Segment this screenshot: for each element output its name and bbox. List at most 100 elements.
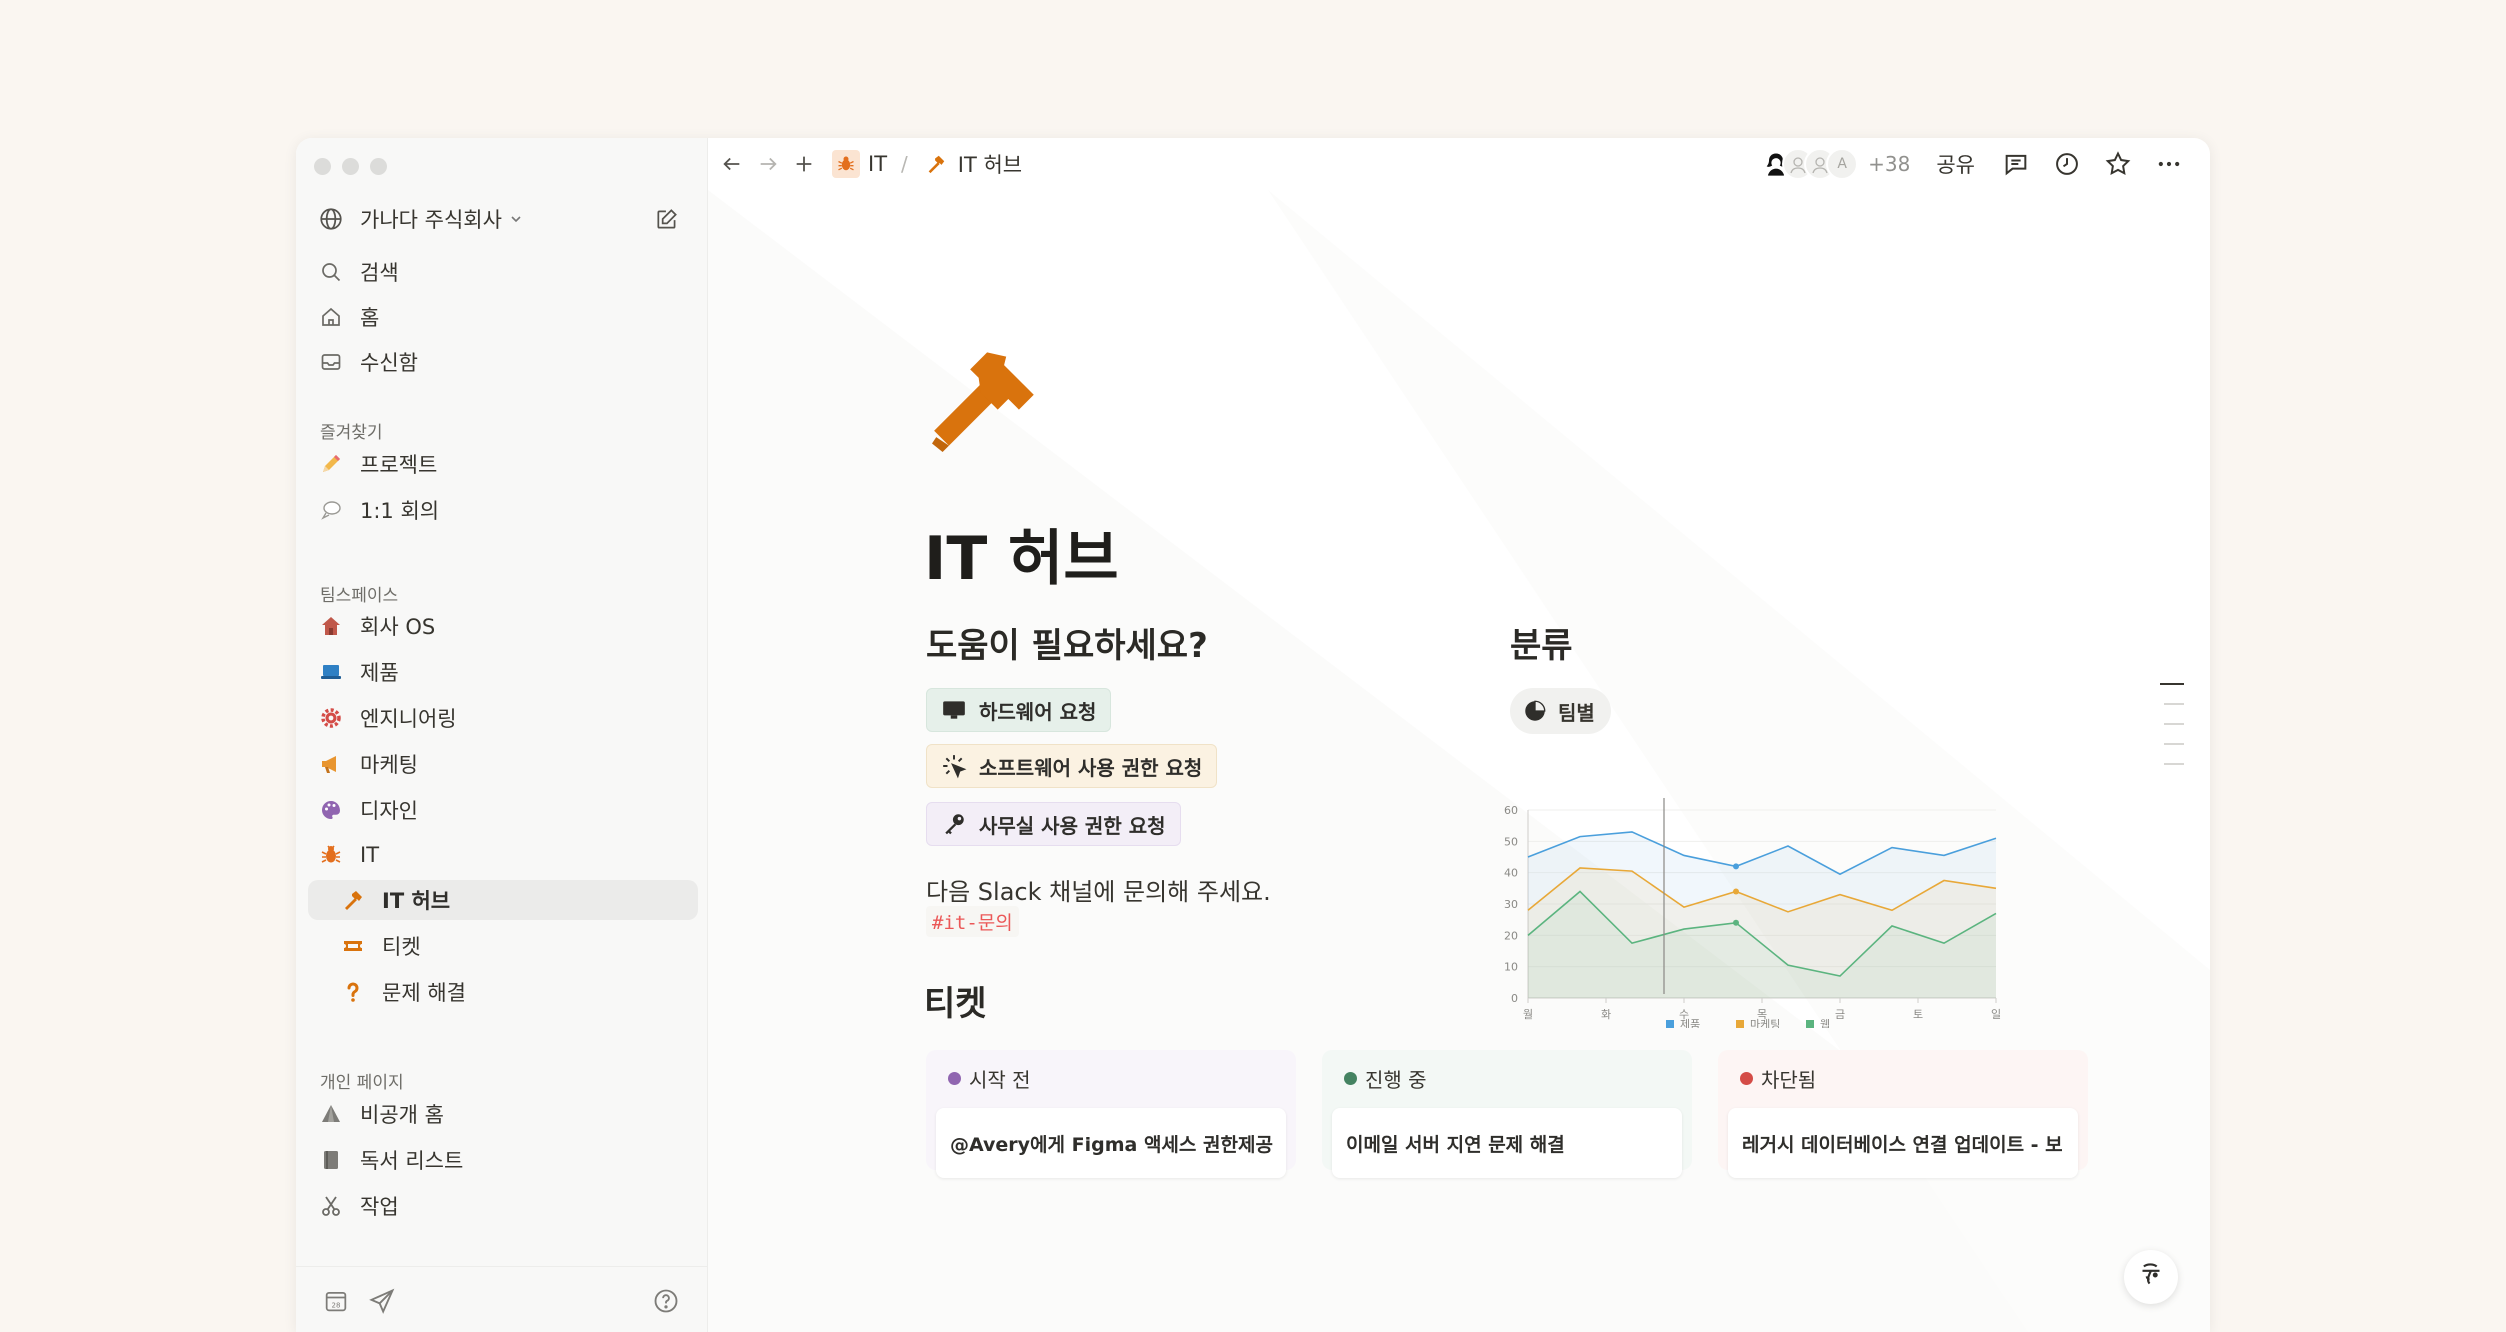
book-icon: [318, 1147, 344, 1173]
status-tag[interactable]: 시작 전: [936, 1060, 1045, 1096]
avatar-stack[interactable]: A: [1760, 148, 1858, 180]
tab-label: 팀별: [1558, 697, 1595, 726]
new-page-icon[interactable]: [654, 206, 680, 232]
toc-item[interactable]: [2164, 723, 2184, 725]
sidebar-item-one-on-one[interactable]: 1:1 회의: [308, 490, 698, 530]
laptop-icon: [318, 659, 344, 685]
sidebar-item-search[interactable]: 검색: [308, 252, 698, 292]
home-icon: [318, 304, 344, 330]
category-heading: 분류: [1510, 618, 1573, 667]
sidebar-item-it[interactable]: IT: [308, 835, 698, 875]
software-access-request-button[interactable]: 소프트웨어 사용 권한 요청: [926, 744, 1217, 788]
zoom-window-button[interactable]: [370, 158, 387, 175]
status-tag[interactable]: 진행 중: [1332, 1060, 1441, 1096]
team-line-chart[interactable]: 0102030405060 월화수목금토일 제품마케팅웹: [1502, 758, 2002, 1028]
sidebar-item-engineering[interactable]: 엔지니어링: [308, 698, 698, 738]
forward-arrow-icon[interactable]: [754, 150, 782, 178]
toc-item[interactable]: [2164, 763, 2184, 765]
status-dot: [948, 1072, 961, 1085]
sidebar-item-label: 홈: [360, 302, 379, 332]
sidebar-item-product[interactable]: 제품: [308, 652, 698, 692]
teamspace-section-label: 팀스페이스: [320, 581, 398, 606]
button-label: 사무실 사용 권한 요청: [979, 810, 1166, 839]
private-section-label: 개인 페이지: [320, 1068, 404, 1093]
board-column-blocked: 차단됨 레거시 데이터베이스 연결 업데이트 - 보: [1718, 1050, 2088, 1170]
topbar-actions: A +38 공유: [1760, 138, 2184, 190]
sidebar-item-it-hub[interactable]: IT 허브: [308, 880, 698, 920]
plus-icon[interactable]: [790, 150, 818, 178]
status-dot: [1344, 1072, 1357, 1085]
toc-item[interactable]: [2164, 743, 2184, 745]
y-tick-label: 40: [1504, 867, 1518, 880]
hardware-request-button[interactable]: 하드웨어 요청: [926, 688, 1111, 732]
sidebar-item-label: 검색: [360, 257, 399, 287]
minimize-window-button[interactable]: [342, 158, 359, 175]
office-access-request-button[interactable]: 사무실 사용 권한 요청: [926, 802, 1181, 846]
page-hammer-icon[interactable]: [932, 346, 1038, 452]
sidebar-item-private-home[interactable]: 비공개 홈: [308, 1094, 698, 1134]
ticket-card[interactable]: 이메일 서버 지연 문제 해결: [1332, 1108, 1682, 1178]
help-circle-icon[interactable]: [652, 1287, 680, 1315]
breadcrumb-item[interactable]: IT 허브: [958, 149, 1022, 179]
y-tick-label: 30: [1504, 898, 1518, 911]
close-window-button[interactable]: [314, 158, 331, 175]
legend-label: 마케팅: [1750, 1018, 1780, 1028]
y-tick-label: 0: [1511, 992, 1518, 1005]
board-column-in-progress: 진행 중 이메일 서버 지연 문제 해결: [1322, 1050, 1692, 1170]
ticket-card[interactable]: 레거시 데이터베이스 연결 업데이트 - 보: [1728, 1108, 2078, 1178]
hammer-icon: [922, 150, 950, 178]
comment-icon[interactable]: [2001, 149, 2031, 179]
breadcrumb-item[interactable]: IT: [868, 152, 887, 176]
sidebar-item-home[interactable]: 홈: [308, 297, 698, 337]
toc-item[interactable]: [2164, 703, 2184, 705]
globe-icon: [318, 206, 344, 232]
sidebar-item-inbox[interactable]: 수신함: [308, 342, 698, 382]
toc-item[interactable]: [2160, 683, 2184, 685]
send-icon[interactable]: [368, 1287, 396, 1315]
pyramid-icon: [318, 1101, 344, 1127]
legend-label: 제품: [1680, 1018, 1700, 1028]
y-tick-label: 10: [1504, 961, 1518, 974]
sidebar-item-label: 문제 해결: [382, 977, 466, 1007]
favorites-section-label: 즐겨찾기: [320, 418, 383, 443]
pie-chart-icon: [1522, 698, 1548, 724]
search-icon: [318, 259, 344, 285]
tickets-heading: 티켓: [924, 976, 987, 1025]
highlight-point: [1733, 888, 1739, 894]
bug-icon: [318, 842, 344, 868]
sidebar-item-label: 수신함: [360, 347, 418, 377]
status-tag[interactable]: 차단됨: [1728, 1060, 1830, 1096]
ticket-card[interactable]: @Avery에게 Figma 액세스 권한제공: [936, 1108, 1286, 1178]
x-tick-label: 화: [1601, 1008, 1611, 1021]
sidebar-item-projects[interactable]: 프로젝트: [308, 444, 698, 484]
page-title[interactable]: IT 허브: [924, 510, 1119, 597]
sidebar-item-marketing[interactable]: 마케팅: [308, 744, 698, 784]
button-label: 소프트웨어 사용 권한 요청: [979, 752, 1202, 781]
table-of-contents[interactable]: [2160, 683, 2184, 783]
bug-icon: [832, 150, 860, 178]
back-arrow-icon[interactable]: [718, 150, 746, 178]
sidebar-item-label: IT 허브: [382, 885, 450, 915]
sidebar-item-tasks[interactable]: 작업: [308, 1186, 698, 1226]
question-icon: [340, 979, 366, 1005]
star-icon[interactable]: [2103, 149, 2133, 179]
sidebar-item-troubleshooting[interactable]: 문제 해결: [308, 972, 698, 1012]
share-button[interactable]: 공유: [1936, 149, 1975, 179]
sidebar: 가나다 주식회사 검색 홈 수신함 즐겨찾기 프로젝트: [296, 138, 708, 1332]
status-label: 차단됨: [1761, 1064, 1816, 1093]
sidebar-item-tickets[interactable]: 티켓: [308, 926, 698, 966]
window-controls: [314, 158, 387, 175]
sidebar-item-company-os[interactable]: 회사 OS: [308, 606, 698, 646]
history-clock-icon[interactable]: [2052, 149, 2082, 179]
x-tick-label: 금: [1835, 1008, 1845, 1021]
x-tick-label: 일: [1991, 1007, 2001, 1021]
sidebar-item-reading-list[interactable]: 독서 리스트: [308, 1140, 698, 1180]
calendar-icon[interactable]: 28: [322, 1287, 350, 1315]
ai-assistant-button[interactable]: [2124, 1250, 2178, 1304]
ai-face-icon: [2134, 1258, 2168, 1296]
sidebar-item-design[interactable]: 디자인: [308, 790, 698, 830]
more-options-icon[interactable]: [2154, 149, 2184, 179]
workspace-switcher[interactable]: 가나다 주식회사: [318, 200, 688, 238]
team-view-tab[interactable]: 팀별: [1510, 688, 1611, 734]
member-count[interactable]: +38: [1868, 152, 1910, 176]
